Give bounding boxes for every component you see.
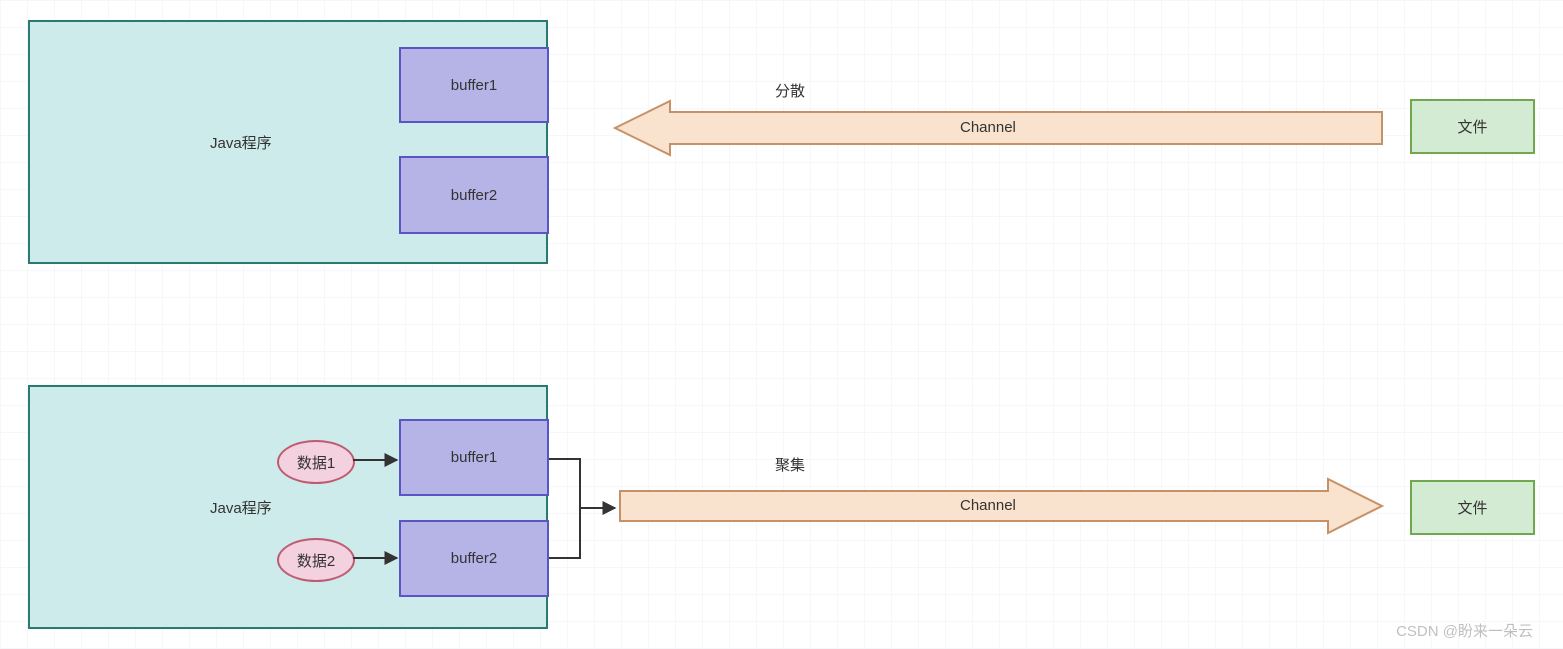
bottom-channel-label: Channel [960,497,1016,514]
watermark-text: CSDN @盼来一朵云 [1396,620,1533,641]
bottom-file-label: 文件 [1457,497,1487,518]
bottom-channel-arrow [0,0,1563,649]
bottom-file-box: 文件 [1410,480,1535,535]
